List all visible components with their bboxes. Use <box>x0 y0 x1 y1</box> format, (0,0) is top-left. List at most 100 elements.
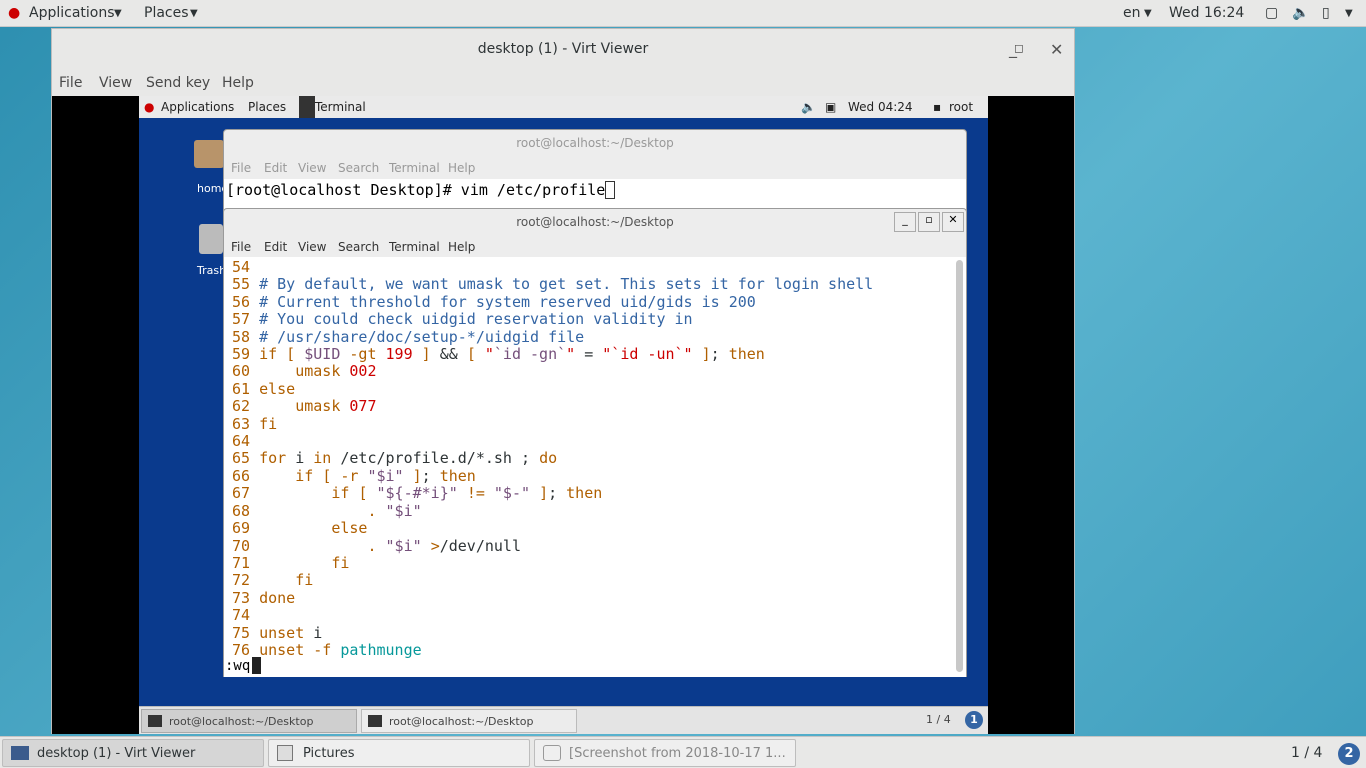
code-line[interactable]: 68 . "$i" <box>232 501 873 520</box>
menu-search[interactable]: Search <box>338 240 379 254</box>
notification-badge[interactable]: 1 <box>965 711 983 729</box>
menu-terminal[interactable]: Terminal <box>389 240 440 254</box>
code-line[interactable]: 56 # Current threshold for system reserv… <box>232 293 873 311</box>
network-icon[interactable]: ▣ <box>825 100 836 114</box>
code-line[interactable]: 70 . "$i" >/dev/null <box>232 536 873 555</box>
code-area[interactable]: 54 55 # By default, we want umask to get… <box>232 258 873 659</box>
code-token: [ <box>466 345 476 364</box>
menu-send-key[interactable]: Send key <box>146 75 210 91</box>
guest-display[interactable]: ● Applications Places Terminal 🔈 ▣ Wed 0… <box>52 96 1074 734</box>
code-line[interactable]: 71 fi <box>232 554 873 572</box>
guest-places-menu[interactable]: Places <box>248 100 286 114</box>
code-line[interactable]: 67 if [ "${-#*i}" != "$-" ]; then <box>232 485 873 502</box>
volume-icon[interactable]: 🔈 <box>801 100 816 114</box>
menu-help[interactable]: Help <box>222 75 254 91</box>
scrollbar[interactable] <box>956 260 963 672</box>
close-button[interactable]: ✕ <box>942 212 964 232</box>
code-token: then <box>566 484 603 503</box>
code-line[interactable]: 61 else <box>232 379 873 398</box>
code-line[interactable]: 60 umask 002 <box>232 363 873 380</box>
menu-file[interactable]: File <box>59 75 82 91</box>
code-token: else <box>259 379 296 398</box>
menu-file[interactable]: File <box>231 240 251 254</box>
code-token: "${-#*i}" <box>376 484 458 503</box>
code-line[interactable]: 63 fi <box>232 414 873 433</box>
code-line[interactable]: 69 else <box>232 519 873 537</box>
clock[interactable]: Wed 16:24 <box>1169 5 1244 21</box>
code-line[interactable]: 76 unset -f pathmunge <box>232 641 873 659</box>
guest-task-terminal[interactable]: Terminal <box>315 100 366 114</box>
code-line[interactable]: 54 <box>232 258 873 276</box>
task-screenshot[interactable]: [Screenshot from 2018-10-17 1... <box>534 739 796 767</box>
task-virt-viewer[interactable]: desktop (1) - Virt Viewer <box>2 739 264 767</box>
menu-view[interactable]: View <box>298 240 326 254</box>
menu-file[interactable]: File <box>231 161 251 175</box>
menu-search[interactable]: Search <box>338 161 379 175</box>
menu-help[interactable]: Help <box>448 240 475 254</box>
vim-editor[interactable]: 54 55 # By default, we want umask to get… <box>224 257 966 677</box>
chevron-down-icon[interactable]: ▼ <box>1345 8 1353 19</box>
guest-task-item[interactable]: root@localhost:~/Desktop <box>361 709 577 733</box>
line-number: 60 <box>232 362 260 381</box>
task-pictures[interactable]: Pictures <box>268 739 530 767</box>
guest-clock[interactable]: Wed 04:24 <box>848 100 913 114</box>
code-token: fi <box>295 571 314 590</box>
code-line[interactable]: 64 <box>232 432 873 450</box>
code-line[interactable]: 57 # You could check uidgid reservation … <box>232 311 873 328</box>
maximize-icon[interactable]: ◻ <box>1014 41 1024 55</box>
line-number: 73 <box>232 588 260 607</box>
code-token: if <box>331 484 350 503</box>
vim-command-line[interactable]: :wq <box>225 658 250 674</box>
guest-desktop: ● Applications Places Terminal 🔈 ▣ Wed 0… <box>139 96 988 734</box>
code-line[interactable]: 66 if [ -r "$i" ]; then <box>232 467 873 485</box>
guest-task-item[interactable]: root@localhost:~/Desktop <box>141 709 357 733</box>
menu-edit[interactable]: Edit <box>264 240 287 254</box>
home-folder-icon[interactable] <box>194 140 224 168</box>
minimize-button[interactable]: _ <box>894 212 916 232</box>
battery-icon[interactable]: ▯ <box>1322 5 1330 21</box>
code-line[interactable]: 55 # By default, we want umask to get se… <box>232 276 873 293</box>
notification-badge[interactable]: 2 <box>1338 743 1360 765</box>
code-line[interactable]: 58 # /usr/share/doc/setup-*/uidgid file <box>232 328 873 346</box>
line-number: 61 <box>232 379 260 398</box>
redhat-logo-icon: ● <box>8 5 21 21</box>
volume-icon[interactable]: 🔈 <box>1292 5 1309 21</box>
menu-edit[interactable]: Edit <box>264 161 287 175</box>
code-line[interactable]: 62 umask 077 <box>232 398 873 415</box>
workspace-pager[interactable]: 1 / 4 <box>1291 745 1322 761</box>
guest-applications-menu[interactable]: Applications <box>161 100 234 114</box>
close-icon[interactable]: ✕ <box>1050 40 1063 59</box>
places-menu[interactable]: Places <box>144 5 189 21</box>
user-menu[interactable]: root <box>949 100 973 114</box>
code-line[interactable]: 73 done <box>232 588 873 607</box>
trash-icon-label[interactable]: Trash <box>197 264 226 277</box>
code-line[interactable]: 75 unset i <box>232 624 873 642</box>
menu-terminal[interactable]: Terminal <box>389 161 440 175</box>
code-token: if [ <box>259 345 296 364</box>
language-indicator[interactable]: en <box>1123 5 1141 21</box>
code-line[interactable]: 74 <box>232 606 873 624</box>
menu-help[interactable]: Help <box>448 161 475 175</box>
menu-view[interactable]: View <box>298 161 326 175</box>
window-icon[interactable]: ▢ <box>1265 5 1278 21</box>
code-token: fi <box>259 414 278 433</box>
applications-menu[interactable]: Applications <box>29 5 115 21</box>
menu-view[interactable]: View <box>99 75 132 91</box>
code-line[interactable]: 65 for i in /etc/profile.d/*.sh ; do <box>232 450 873 467</box>
maximize-button[interactable]: ▫ <box>918 212 940 232</box>
line-number: 59 <box>232 345 260 364</box>
terminal-window-front[interactable]: root@localhost:~/Desktop _ ▫ ✕ File Edit… <box>223 208 967 677</box>
line-number: 55 <box>232 275 260 294</box>
code-token: /dev/null <box>439 536 521 555</box>
workspace-pager[interactable]: 1 / 4 <box>926 713 951 726</box>
code-line[interactable]: 72 fi <box>232 572 873 589</box>
trash-icon[interactable] <box>199 224 223 254</box>
code-token: . <box>367 536 377 555</box>
code-line[interactable]: 59 if [ $UID -gt 199 ] && [ "`id -gn`" =… <box>232 345 873 364</box>
terminal-window-back[interactable]: root@localhost:~/Desktop File Edit View … <box>223 129 967 219</box>
code-token: . <box>367 501 377 520</box>
